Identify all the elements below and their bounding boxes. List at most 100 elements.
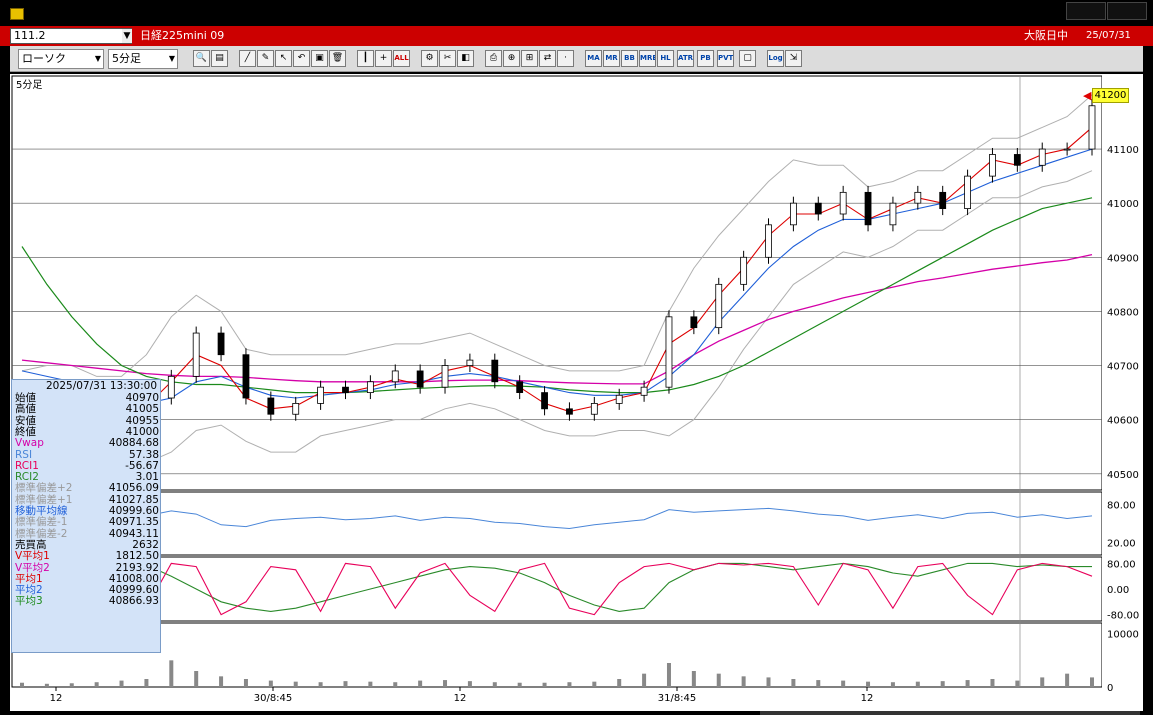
horizontal-scrollbar[interactable] <box>760 711 1140 715</box>
title-bar <box>0 0 1153 26</box>
volume-bar <box>617 679 622 687</box>
data-row: 標準偏差-2 40943.11 <box>15 528 159 540</box>
price-tick-label: 40800 <box>1107 307 1139 318</box>
price-tick-label: 40600 <box>1107 416 1139 427</box>
candle-body <box>466 359 474 366</box>
candle-add-icon[interactable]: + <box>375 50 392 67</box>
volume-bar <box>990 679 995 687</box>
symbol-code-input[interactable]: 111.2 <box>10 28 132 44</box>
data-row: 標準偏差+2 41056.09 <box>15 482 159 495</box>
search-price-icon[interactable]: ⊕ <box>503 50 520 67</box>
data-row-value: 40884.68 <box>108 437 159 450</box>
volume-bar <box>642 673 647 687</box>
candle-body <box>864 191 872 226</box>
candle-icon[interactable]: ┃ <box>357 50 374 67</box>
price-tick-label: 40900 <box>1107 253 1139 264</box>
disabled-icon[interactable]: · <box>557 50 574 67</box>
data-row-label: 高値 <box>15 403 36 416</box>
data-row-label: 平均3 <box>15 595 43 608</box>
atr-icon[interactable]: ATR <box>677 50 694 67</box>
log-icon[interactable]: Log <box>767 50 784 67</box>
volume-tick-label: 0 <box>1107 683 1113 694</box>
data-row-label: 標準偏差-1 <box>15 516 68 529</box>
chart-svg[interactable]: 41100 41000 40900 40800 40700 40600 40500 5分足 80… <box>10 74 1143 711</box>
candle-body <box>814 202 822 215</box>
candle-body <box>1038 148 1046 166</box>
price-tick-label: 40500 <box>1107 470 1139 481</box>
ma-icon[interactable]: MA <box>585 50 602 67</box>
volume-bar <box>965 680 970 687</box>
print-icon[interactable]: ⎙ <box>485 50 502 67</box>
candle-body <box>715 283 723 329</box>
candle-body <box>441 365 449 388</box>
application-window: 111.2 ▼ 日経225mini 09 大阪日中 25/07/31 ローソク … <box>0 0 1153 715</box>
volume-bar <box>318 682 323 687</box>
candle-body <box>217 332 225 356</box>
price-arrow-icon: ◀ <box>1083 89 1092 102</box>
all-icon[interactable]: ALL <box>393 50 410 67</box>
window-icon[interactable]: ▢ <box>739 50 756 67</box>
export-icon[interactable]: ⇲ <box>785 50 802 67</box>
parabolic-icon[interactable]: PB <box>697 50 714 67</box>
volume-bar <box>268 680 273 687</box>
candle-body <box>541 392 548 410</box>
data-row-label: Vwap <box>15 437 44 450</box>
cursor-icon[interactable]: ↖ <box>275 50 292 67</box>
compare-icon[interactable]: ⇄ <box>539 50 556 67</box>
data-row: 平均3 40866.93 <box>15 595 159 608</box>
candle-body <box>615 394 623 404</box>
app-icon[interactable] <box>10 8 24 20</box>
mre-icon[interactable]: MRE <box>639 50 656 67</box>
candle-body <box>964 175 971 209</box>
minimize-button[interactable] <box>1066 2 1106 20</box>
chart-type-select[interactable]: ローソク ▼ <box>18 49 104 69</box>
pvt-icon[interactable]: PVT <box>717 50 734 67</box>
close-button[interactable] <box>1107 2 1147 20</box>
pen-icon[interactable]: ✎ <box>257 50 274 67</box>
mr-icon[interactable]: MR <box>603 50 620 67</box>
x-tick-label: 12 <box>454 693 467 704</box>
candle-body <box>416 370 424 388</box>
data-row: 高値 41005 <box>15 403 159 416</box>
x-tick-label: 12 <box>50 693 63 704</box>
symbol-name: 日経225mini 09 <box>140 29 225 42</box>
timeframe-value: 5分足 <box>112 52 141 65</box>
volume-bar <box>467 681 472 687</box>
timeframe-select[interactable]: 5分足 ▼ <box>108 49 178 69</box>
chart-area[interactable]: 41100 41000 40900 40800 40700 40600 40500 5分足 80… <box>10 74 1143 711</box>
tool-icon[interactable]: ✂ <box>439 50 456 67</box>
candle-body <box>889 202 897 226</box>
candle-body <box>342 386 349 393</box>
candle-body <box>167 375 175 399</box>
volume-bar <box>219 676 224 687</box>
data-row-value: 41056.09 <box>108 482 159 495</box>
chart-type-value: ローソク <box>22 52 66 65</box>
layout-icon[interactable]: ▤ <box>211 50 228 67</box>
x-tick-label: 31/8:45 <box>658 693 697 704</box>
candle-body <box>292 403 300 415</box>
draw-line-icon[interactable]: ╱ <box>239 50 256 67</box>
color-icon[interactable]: ◧ <box>457 50 474 67</box>
data-window: 2025/07/31 13:30:00 始値 40970 高値 41005 安値 4095… <box>11 379 161 653</box>
note-icon[interactable]: ▣ <box>311 50 328 67</box>
market-date: 25/07/31 <box>1086 30 1131 41</box>
undo-icon[interactable]: ↶ <box>293 50 310 67</box>
hl-icon[interactable]: HL <box>657 50 674 67</box>
candle-body <box>516 381 524 393</box>
table-icon[interactable]: ⊞ <box>521 50 538 67</box>
data-row: Vwap 40884.68 <box>15 437 159 450</box>
trash-icon[interactable]: 🗑 <box>329 50 346 67</box>
volume-bar <box>1065 673 1070 687</box>
candle-body <box>665 316 673 388</box>
candle-body <box>391 370 399 383</box>
volume-bar <box>343 681 348 687</box>
bb-icon[interactable]: BB <box>621 50 638 67</box>
price-tick-label: 41000 <box>1107 199 1139 210</box>
candle-body <box>491 359 499 383</box>
symbol-dropdown-icon[interactable]: ▼ <box>122 29 132 43</box>
candle-body <box>1063 148 1071 151</box>
settings-icon[interactable]: ⚙ <box>421 50 438 67</box>
zoom-icon[interactable]: 🔍 <box>193 50 210 67</box>
volume-bar <box>492 682 497 687</box>
rci-tick-label: -80.00 <box>1107 611 1139 622</box>
